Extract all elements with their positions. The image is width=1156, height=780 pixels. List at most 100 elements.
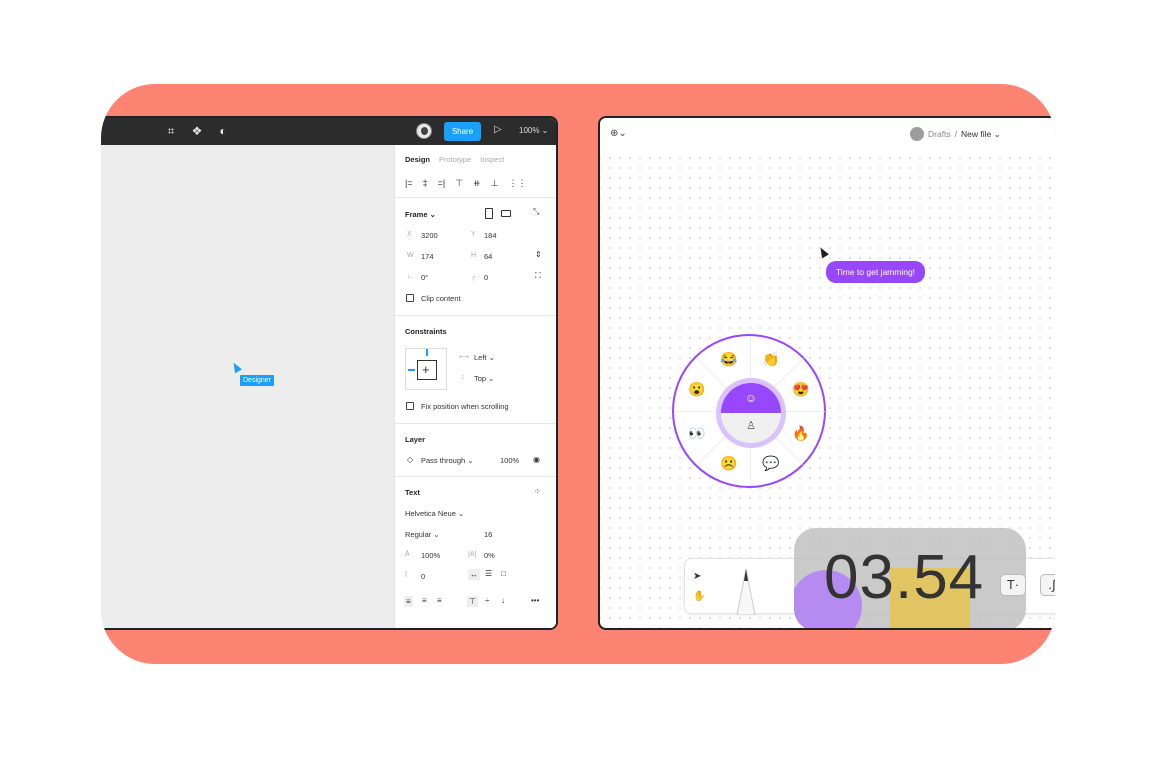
- breadcrumb-file[interactable]: New file ⌄: [961, 129, 1001, 140]
- align-top-icon[interactable]: ⊤: [455, 178, 463, 189]
- paragraph-spacing-icon: Ī: [405, 572, 407, 579]
- text-tool-icon[interactable]: T·: [1000, 574, 1026, 596]
- clip-content-label: Clip content: [421, 294, 461, 303]
- letter-spacing-icon: |A|: [468, 551, 477, 558]
- pointer-icon[interactable]: ➤: [693, 567, 705, 587]
- properties-panel: Design Prototype Inspect |= ‡ =| ⊤ ⧺ ⊥ ⋮…: [394, 145, 556, 628]
- clapping-emoji-icon[interactable]: 👏: [762, 350, 780, 368]
- tab-design[interactable]: Design: [405, 155, 430, 164]
- align-text-center-icon[interactable]: ≡: [422, 596, 427, 605]
- align-text-bottom-icon[interactable]: ↓: [501, 596, 505, 605]
- play-icon[interactable]: ▷: [494, 124, 502, 135]
- text-title: Text: [405, 488, 420, 497]
- align-center-h-icon[interactable]: ‡: [423, 178, 428, 189]
- y-field[interactable]: 184: [484, 231, 497, 240]
- fixed-size-icon[interactable]: □: [501, 569, 506, 578]
- font-weight-dropdown[interactable]: Regular ⌄: [405, 530, 440, 539]
- x-label: X: [407, 231, 412, 238]
- avatar[interactable]: [416, 123, 432, 139]
- h-label: H: [471, 252, 477, 259]
- paragraph-spacing-field[interactable]: 0: [421, 572, 425, 581]
- align-text-middle-icon[interactable]: ÷: [485, 596, 489, 605]
- top-constraint-line[interactable]: [426, 349, 428, 356]
- blend-mode-icon: ◇: [407, 455, 414, 464]
- auto-height-icon[interactable]: ☰: [485, 569, 492, 578]
- fire-emoji-icon[interactable]: 🔥: [792, 424, 810, 442]
- letter-spacing-field[interactable]: 0%: [484, 551, 495, 560]
- frowning-emoji-icon[interactable]: ☹️: [720, 454, 738, 472]
- hand-icon[interactable]: ✋: [693, 587, 705, 607]
- fix-position-checkbox[interactable]: [406, 402, 414, 410]
- tab-inspect[interactable]: Inspect: [480, 155, 504, 164]
- cursor-icon: [817, 245, 829, 259]
- canvas[interactable]: Designer: [101, 145, 394, 628]
- frame-title[interactable]: Frame ⌄: [405, 210, 436, 219]
- align-text-left-icon[interactable]: ≡: [404, 596, 413, 607]
- text-styles-icon[interactable]: ⁘: [534, 487, 541, 496]
- horizontal-constraint-icon: ⟷: [459, 354, 470, 361]
- emoji-wheel[interactable]: 😂 👏 😍 🔥 💬 ☹️ 👀 😮 ☺ ♙: [672, 334, 826, 488]
- fix-position-label: Fix position when scrolling: [421, 402, 509, 411]
- panel-tabs: Design Prototype Inspect: [405, 155, 504, 164]
- constraints-widget[interactable]: [405, 348, 447, 390]
- align-text-right-icon[interactable]: ≡: [437, 596, 442, 605]
- surprised-emoji-icon[interactable]: 😮: [688, 380, 706, 398]
- component-icon[interactable]: ❖: [190, 124, 204, 138]
- eyes-emoji-icon[interactable]: 👀: [688, 424, 706, 442]
- divider: [395, 423, 556, 424]
- align-text-top-icon[interactable]: ⊤: [467, 596, 478, 607]
- connector-tool-icon[interactable]: .∫: [1040, 574, 1055, 596]
- constrain-proportions-icon[interactable]: ⇕: [535, 250, 542, 259]
- distribute-icon[interactable]: ⋮⋮: [508, 178, 526, 189]
- constraints-title: Constraints: [405, 327, 447, 336]
- x-field[interactable]: 3200: [421, 231, 438, 240]
- landscape-icon[interactable]: [501, 210, 511, 217]
- align-center-v-icon[interactable]: ⧺: [473, 178, 481, 189]
- font-family-dropdown[interactable]: Helvetica Neue ⌄: [405, 509, 464, 518]
- more-options-icon[interactable]: •••: [531, 596, 539, 605]
- heart-eyes-emoji-icon[interactable]: 😍: [792, 380, 810, 398]
- blend-mode-dropdown[interactable]: Pass through ⌄: [421, 456, 474, 465]
- eye-icon[interactable]: ◉: [533, 455, 540, 464]
- auto-width-icon[interactable]: ↔: [468, 569, 480, 580]
- marker-tool-icon[interactable]: [735, 567, 757, 615]
- figjam-window[interactable]: ⊕⌄ Drafts / New file ⌄ Time to get jammi…: [598, 116, 1055, 630]
- figjam-header: ⊕⌄ Drafts / New file ⌄: [600, 118, 1055, 152]
- align-left-icon[interactable]: |=: [405, 178, 413, 189]
- w-field[interactable]: 174: [421, 252, 434, 261]
- left-constraint-line[interactable]: [408, 369, 415, 371]
- breadcrumb-folder[interactable]: Drafts: [928, 129, 951, 139]
- timer-overlay: 03.54 T·: [794, 528, 1026, 628]
- cursor-icon: [230, 360, 242, 374]
- wheel-hub: ☺ ♙: [716, 378, 786, 448]
- layer-title: Layer: [405, 435, 426, 444]
- independent-corners-icon[interactable]: ⛶: [535, 271, 541, 281]
- vertical-constraint-icon: ↕: [461, 374, 465, 381]
- tab-prototype[interactable]: Prototype: [439, 155, 471, 164]
- emoji-mode-icon[interactable]: ☺: [721, 383, 781, 413]
- share-button[interactable]: Share: [444, 122, 481, 141]
- h-field[interactable]: 64: [484, 252, 492, 261]
- radius-field[interactable]: 0: [484, 273, 488, 282]
- line-height-field[interactable]: 100%: [421, 551, 440, 560]
- align-toolbar: |= ‡ =| ⊤ ⧺ ⊥ ⋮⋮: [405, 178, 526, 189]
- background-panel: ⌗ ❖ ◐ Share ▷ 100% ⌄ Designer Design Pro…: [101, 84, 1055, 664]
- opacity-field[interactable]: 100%: [500, 456, 519, 465]
- font-size-field[interactable]: 16: [484, 530, 492, 539]
- resize-icon[interactable]: ⤡: [533, 207, 539, 217]
- figma-menu-icon[interactable]: ⊕⌄: [610, 128, 627, 139]
- speech-bubble-icon[interactable]: 💬: [762, 454, 780, 472]
- vertical-constraint-dropdown[interactable]: Top ⌄: [474, 374, 494, 383]
- clip-content-checkbox[interactable]: [406, 294, 414, 302]
- align-right-icon[interactable]: =|: [438, 178, 446, 189]
- laughing-emoji-icon[interactable]: 😂: [720, 350, 738, 368]
- horizontal-constraint-dropdown[interactable]: Left ⌄: [474, 353, 495, 362]
- zoom-dropdown[interactable]: 100% ⌄: [519, 126, 548, 135]
- portrait-icon[interactable]: [485, 208, 493, 219]
- stamp-mode-icon[interactable]: ♙: [721, 413, 781, 443]
- y-label: Y: [471, 231, 476, 238]
- align-bottom-icon[interactable]: ⊥: [491, 178, 499, 189]
- rotation-field[interactable]: 0°: [421, 273, 428, 282]
- contrast-icon[interactable]: ◐: [216, 124, 230, 138]
- frame-icon[interactable]: ⌗: [164, 124, 178, 138]
